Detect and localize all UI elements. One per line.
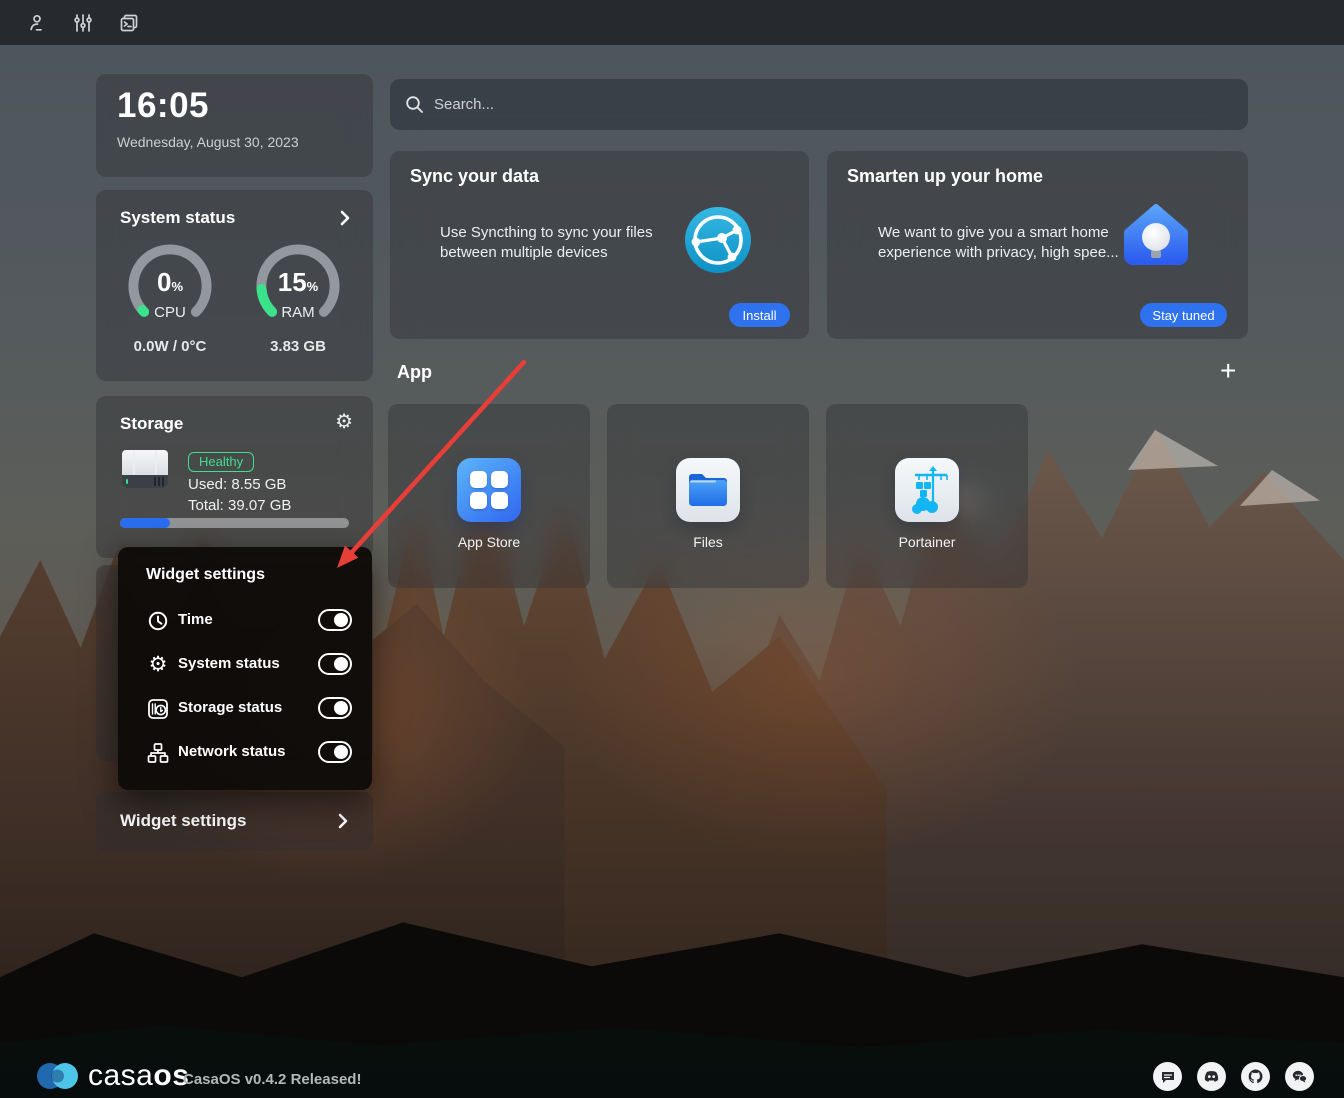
terminal-icon[interactable] [118, 12, 140, 34]
chat-icon[interactable] [1285, 1062, 1314, 1091]
add-app-button[interactable]: + [1220, 356, 1236, 386]
gear-icon[interactable]: ⚙ [335, 412, 353, 432]
app-tile-portainer[interactable]: Portainer [826, 404, 1028, 588]
popup-label-time: Time [178, 611, 213, 628]
promo-description: We want to give you a smart home experie… [878, 224, 1119, 261]
popup-title: Widget settings [146, 566, 265, 583]
popup-label-network-status: Network status [178, 743, 286, 760]
time-toggle[interactable] [318, 609, 352, 631]
system-status-title: System status [120, 208, 236, 227]
promo-title: Smarten up your home [847, 166, 1044, 186]
app-tile-label: Files [693, 534, 723, 550]
github-icon[interactable] [1241, 1062, 1270, 1091]
promo-description: Use Syncthing to sync your files between… [440, 224, 653, 261]
files-icon [676, 458, 740, 522]
ram-label: RAM [281, 304, 315, 321]
clock-icon [147, 610, 169, 632]
popup-row-storage-status: Storage status [118, 692, 372, 726]
casaos-logo-mark [37, 1063, 78, 1089]
stay-tuned-button[interactable]: Stay tuned [1140, 303, 1227, 327]
clock-date: Wednesday, August 30, 2023 [117, 134, 299, 150]
popup-row-time: Time [118, 604, 372, 638]
cpu-sub-stats: 0.0W / 0°C [133, 338, 207, 355]
chevron-right-icon[interactable] [339, 210, 351, 226]
search-bar[interactable] [390, 79, 1248, 130]
app-tile-files[interactable]: Files [607, 404, 809, 588]
storage-progress-fill [120, 518, 171, 528]
app-tile-label: App Store [457, 534, 521, 550]
promo-card-smart-home: Smarten up your home We want to give you… [827, 151, 1248, 339]
search-icon [406, 96, 423, 113]
network-status-toggle[interactable] [318, 741, 352, 763]
cpu-gauge: 0% CPU [124, 240, 216, 332]
gear-icon: ⚙ [148, 653, 168, 676]
casaos-logo: casaos [36, 1057, 189, 1095]
search-input[interactable] [434, 96, 1134, 113]
clock-time: 16:05 [117, 86, 210, 125]
popup-label-storage-status: Storage status [178, 699, 283, 716]
popup-row-network-status: Network status [118, 736, 372, 770]
message-icon[interactable] [1153, 1062, 1182, 1091]
system-status-widget: System status 0% CPU 0.0W / 0°C 15% RAM … [96, 190, 373, 381]
storage-status-toggle[interactable] [318, 697, 352, 719]
app-section-title: App [397, 362, 432, 382]
ram-value: 15% [277, 267, 319, 297]
app-tile-app-store[interactable]: App Store [388, 404, 590, 588]
popup-label-system-status: System status [178, 655, 280, 672]
app-tile-label: Portainer [898, 534, 956, 550]
filters-icon[interactable] [72, 12, 94, 34]
storage-progress-bar [120, 518, 349, 528]
hard-drive-icon [122, 450, 168, 488]
chevron-right-icon [337, 813, 349, 829]
cpu-value: 0% [156, 267, 184, 297]
promo-card-syncthing: Sync your data Use Syncthing to sync you… [390, 151, 809, 339]
casaos-dashboard: 16:05 Wednesday, August 30, 2023 System … [0, 0, 1344, 1098]
storage-widget: Storage ⚙ Healthy Used: 8.55 GB Total: 3… [96, 396, 373, 558]
install-button[interactable]: Install [729, 303, 790, 327]
storage-title: Storage [120, 414, 184, 433]
network-icon [147, 742, 169, 764]
storage-total: Total: 39.07 GB [188, 497, 292, 514]
ram-sub-stats: 3.83 GB [270, 338, 326, 355]
syncthing-icon [685, 207, 751, 273]
popup-row-system-status: ⚙ System status [118, 648, 372, 682]
discord-icon[interactable] [1197, 1062, 1226, 1091]
release-note: CasaOS v0.4.2 Released! [183, 1071, 362, 1088]
user-icon[interactable] [26, 12, 48, 34]
portainer-icon [895, 458, 959, 522]
snow-cap [1128, 430, 1218, 470]
storage-used: Used: 8.55 GB [188, 476, 287, 493]
app-store-icon [457, 458, 521, 522]
storage-icon [147, 698, 169, 720]
widget-settings-bar-label: Widget settings [120, 811, 247, 830]
smart-home-icon [1124, 204, 1188, 265]
casaos-logo-text: casaos [88, 1059, 190, 1092]
ram-gauge: 15% RAM [252, 240, 344, 332]
system-status-toggle[interactable] [318, 653, 352, 675]
health-status-badge: Healthy [188, 452, 255, 472]
top-navigation-bar [0, 0, 1344, 45]
promo-title: Sync your data [410, 166, 540, 186]
time-widget: 16:05 Wednesday, August 30, 2023 [96, 74, 373, 177]
widget-settings-bar[interactable]: Widget settings [96, 792, 373, 851]
widget-settings-popup: Widget settings Time ⚙ System status Sto… [118, 547, 372, 790]
cpu-label: CPU [154, 304, 186, 321]
